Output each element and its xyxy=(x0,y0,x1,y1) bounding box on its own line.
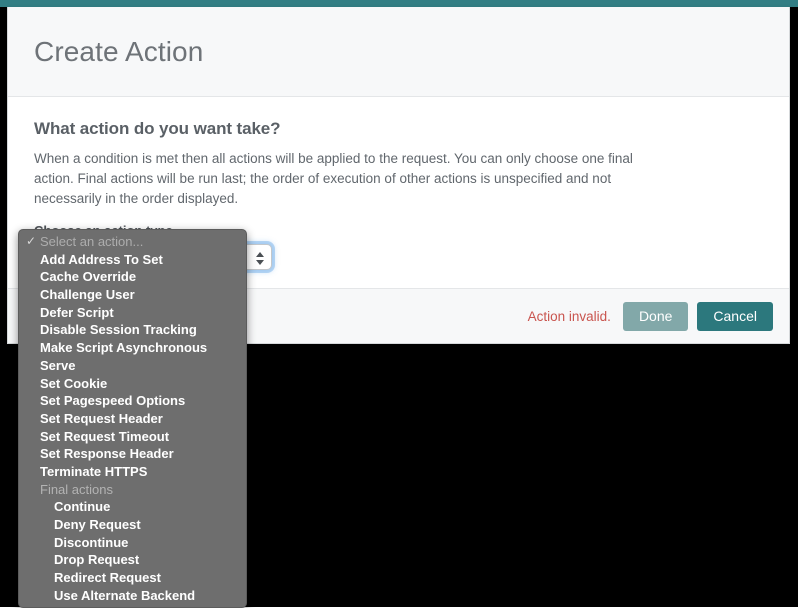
dropdown-item-label: Use Alternate Backend xyxy=(54,587,196,603)
triangle-up-icon xyxy=(255,251,264,257)
done-button[interactable]: Done xyxy=(622,301,689,331)
dropdown-item[interactable]: Use Alternate Backend xyxy=(19,587,246,605)
dropdown-item-label: Terminate HTTPS xyxy=(40,463,148,479)
dropdown-item-label: Discontinue xyxy=(54,534,129,550)
dropdown-item-label: Make Script Asynchronous xyxy=(40,340,208,356)
dropdown-item[interactable]: Set Response Header xyxy=(19,445,246,463)
section-description: When a condition is met then all actions… xyxy=(34,151,633,206)
triangle-down-icon xyxy=(255,259,264,265)
dropdown-item-label: Final actions xyxy=(40,481,113,497)
section-heading: What action do you want take? xyxy=(34,119,281,138)
dropdown-item-label: Set Request Timeout xyxy=(40,428,170,444)
dropdown-item-label: Drop Request xyxy=(54,552,140,568)
top-accent-bar xyxy=(0,0,798,7)
dropdown-item-label: Set Cookie xyxy=(40,375,108,391)
dropdown-item[interactable]: Disable Session Tracking xyxy=(19,321,246,339)
dropdown-item[interactable]: Set Cookie xyxy=(19,375,246,393)
dropdown-item[interactable]: Defer Script xyxy=(19,304,246,322)
dropdown-item-label: Cache Override xyxy=(40,269,137,285)
modal-header: Create Action xyxy=(8,7,789,97)
dropdown-item[interactable]: Deny Request xyxy=(19,516,246,534)
dropdown-item-label: Continue xyxy=(54,499,111,515)
dropdown-item[interactable]: Serve xyxy=(19,357,246,375)
dropdown-item[interactable]: Set Request Header xyxy=(19,410,246,428)
dropdown-item[interactable]: Drop Request xyxy=(19,551,246,569)
dropdown-item[interactable]: Cache Override xyxy=(19,268,246,286)
dropdown-item-label: Add Address To Set xyxy=(40,251,163,267)
dropdown-item-label: Redirect Request xyxy=(54,570,161,586)
dropdown-item[interactable]: Redirect Request xyxy=(19,569,246,587)
validation-error-text: Action invalid. xyxy=(527,308,611,324)
select-stepper[interactable] xyxy=(253,248,266,268)
dropdown-item-label: Serve xyxy=(40,357,76,373)
dropdown-item[interactable]: Set Request Timeout xyxy=(19,428,246,446)
check-icon: ✓ xyxy=(25,234,37,248)
dropdown-item[interactable]: Set Pagespeed Options xyxy=(19,392,246,410)
dropdown-item[interactable]: Make Script Asynchronous xyxy=(19,339,246,357)
dropdown-item-label: Disable Session Tracking xyxy=(40,322,197,338)
page-title: Create Action xyxy=(34,35,204,67)
action-type-dropdown-menu[interactable]: ✓ Select an action... Add Address To Set Ca… xyxy=(18,229,247,608)
dropdown-item[interactable]: Continue xyxy=(19,498,246,516)
dropdown-item[interactable]: Challenge User xyxy=(19,286,246,304)
dropdown-item[interactable]: Terminate HTTPS xyxy=(19,463,246,481)
dropdown-item-label: Deny Request xyxy=(54,517,141,532)
dropdown-item-label: Defer Script xyxy=(40,304,114,320)
dropdown-item-label: Challenge User xyxy=(40,287,135,303)
dropdown-group-label: Final actions xyxy=(19,481,246,499)
dropdown-item[interactable]: Add Address To Set xyxy=(19,251,246,269)
dropdown-item[interactable]: Discontinue xyxy=(19,534,246,552)
dropdown-item-label: Select an action... xyxy=(40,234,144,249)
dropdown-item[interactable]: ✓ Select an action... xyxy=(19,233,246,251)
dropdown-item-label: Set Pagespeed Options xyxy=(40,393,186,409)
cancel-button[interactable]: Cancel xyxy=(697,301,773,331)
dropdown-item-label: Set Request Header xyxy=(40,410,163,426)
dropdown-item-label: Set Response Header xyxy=(40,446,174,462)
